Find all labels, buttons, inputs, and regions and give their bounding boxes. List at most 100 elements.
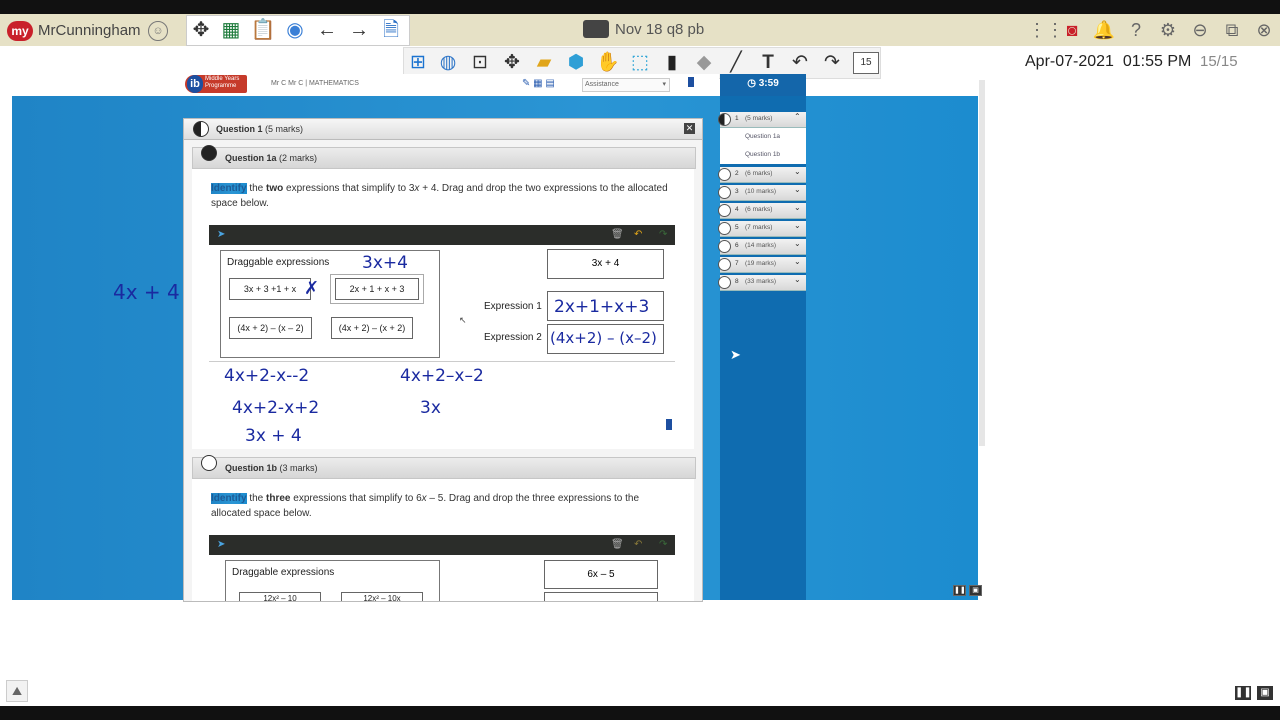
expression-chip[interactable]: (4x + 2) – (x – 2) bbox=[229, 317, 312, 339]
scrollbar[interactable] bbox=[979, 80, 985, 446]
user-account-icon[interactable]: ☺ bbox=[148, 21, 168, 41]
box-icon[interactable]: ⬢ bbox=[562, 51, 590, 75]
folder-icon[interactable]: ▰ bbox=[530, 51, 558, 75]
screenshot-icon[interactable]: ⊡ bbox=[466, 51, 494, 75]
help-icon[interactable]: ? bbox=[1124, 20, 1148, 41]
pen-icon[interactable]: ▮ bbox=[658, 51, 686, 75]
nav-question-8[interactable]: 8 (33 marks) ⌄ bbox=[718, 275, 806, 291]
undo-icon[interactable]: ↶ bbox=[634, 539, 642, 550]
pencil-icon[interactable]: ✎ bbox=[522, 78, 530, 89]
gear-icon[interactable]: ⚙ bbox=[1156, 20, 1180, 41]
nav-sub-question-1a[interactable]: Question 1a bbox=[720, 128, 806, 146]
q1a-text-part1: expressions that simplify to 3 bbox=[283, 183, 415, 194]
nav-question-6[interactable]: 6 (14 marks) ⌄ bbox=[718, 239, 806, 255]
apps-grid-icon[interactable]: ⋮⋮ bbox=[1028, 20, 1064, 41]
assistance-select[interactable]: Assistance ▾ bbox=[582, 78, 670, 92]
text-icon[interactable]: T bbox=[754, 51, 782, 75]
nav-question-7[interactable]: 7 (19 marks) ⌄ bbox=[718, 257, 806, 273]
two-word: two bbox=[266, 183, 284, 194]
question-1b-tab[interactable]: Question 1b (3 marks) bbox=[192, 455, 696, 479]
expression-chip[interactable]: 12x² – 10 bbox=[239, 592, 321, 601]
dialog-marks: (5 marks) bbox=[265, 124, 304, 134]
undo-icon[interactable]: ↶ bbox=[634, 229, 642, 240]
q1a-toolbar: ➤ 🗑 ↶ ↷ bbox=[209, 225, 675, 245]
question-1b-body: Identify the three expressions that simp… bbox=[192, 479, 694, 601]
identify-word: Identify bbox=[211, 493, 247, 504]
nav-sub-question-1b[interactable]: Question 1b bbox=[720, 146, 806, 164]
assistance-label: Assistance bbox=[585, 81, 619, 88]
unanswered-circle-icon bbox=[201, 455, 217, 471]
app-logo[interactable]: my bbox=[7, 21, 33, 41]
answered-circle-icon bbox=[201, 145, 217, 161]
new-page-icon[interactable]: 🗎 bbox=[377, 19, 405, 41]
select-icon[interactable]: ⬚ bbox=[626, 51, 654, 75]
nav-number: 8 bbox=[735, 278, 739, 285]
move-arrows-icon[interactable]: ✥ bbox=[187, 19, 215, 41]
pause-icon[interactable]: ❚❚ bbox=[1235, 686, 1252, 700]
calculator-icon[interactable]: ▦ bbox=[533, 78, 542, 89]
line-icon[interactable]: ╱ bbox=[722, 51, 750, 75]
clock-icon: ◷ bbox=[747, 78, 756, 89]
redo-icon[interactable]: ↷ bbox=[659, 539, 667, 550]
ruler-icon[interactable]: ▤ bbox=[545, 78, 554, 89]
nav-question-3[interactable]: 3 (10 marks) ⌄ bbox=[718, 185, 806, 201]
handwritten-working: 3x + 4 bbox=[245, 426, 302, 446]
trash-icon[interactable]: 🗑 bbox=[611, 539, 624, 550]
q1b-title-text: Question 1b bbox=[225, 463, 278, 473]
forward-arrow-icon[interactable]: → bbox=[345, 19, 373, 41]
q1a-instructions: Identify the two expressions that simpli… bbox=[211, 181, 671, 211]
nav-question-1[interactable]: 1 (5 marks) ⌃ bbox=[718, 112, 806, 128]
expression-dropzone[interactable] bbox=[544, 592, 658, 601]
trash-icon[interactable]: 🗑 bbox=[611, 229, 624, 240]
clipboard-icon[interactable]: 📋 bbox=[249, 19, 277, 41]
windows-icon[interactable]: ⊞ bbox=[404, 51, 432, 75]
expression-chip[interactable]: 12x² – 10x bbox=[341, 592, 423, 601]
restore-icon[interactable]: ⧉ bbox=[1220, 20, 1244, 41]
back-arrow-icon[interactable]: ← bbox=[313, 19, 341, 41]
picture-icon[interactable]: ▣ bbox=[969, 585, 982, 596]
gallery-icon[interactable]: ⛰ bbox=[6, 680, 28, 702]
bookmark-icon[interactable] bbox=[688, 77, 694, 87]
question-1a-tab[interactable]: Question 1a (2 marks) bbox=[192, 145, 696, 169]
pointer-icon[interactable]: ➤ bbox=[217, 539, 225, 550]
nav-question-4[interactable]: 4 (6 marks) ⌄ bbox=[718, 203, 806, 219]
pointer-icon[interactable]: ➤ bbox=[217, 229, 225, 240]
expression-chip[interactable]: (4x + 2) – (x + 2) bbox=[331, 317, 413, 339]
redo-icon[interactable]: ↷ bbox=[818, 51, 846, 75]
users-icon[interactable]: ◍ bbox=[434, 51, 462, 75]
redo-icon[interactable]: ↷ bbox=[659, 229, 667, 240]
hand-icon[interactable]: ✋ bbox=[594, 51, 622, 75]
nav-number: 4 bbox=[735, 206, 739, 213]
unanswered-circle-icon bbox=[718, 258, 731, 271]
expression-chip[interactable]: 3x + 3 +1 + x bbox=[229, 278, 311, 300]
close-dialog-button[interactable]: ✕ bbox=[684, 123, 695, 134]
bottom-black-strip bbox=[0, 706, 1280, 720]
eraser-icon[interactable]: ◆ bbox=[690, 51, 718, 75]
pause-icon[interactable]: ❚❚ bbox=[953, 585, 966, 596]
handwritten-working: 4x+2–x–2 bbox=[400, 366, 484, 386]
nav-number: 6 bbox=[735, 242, 739, 249]
minimize-icon[interactable]: ⊖ bbox=[1188, 20, 1212, 41]
close-icon[interactable]: ⊗ bbox=[1252, 20, 1276, 41]
cast-icon[interactable]: ◙ bbox=[1060, 20, 1084, 41]
target-expression: 3x + 4 bbox=[547, 249, 664, 279]
laptop-icon bbox=[583, 20, 609, 38]
expression-chip[interactable]: 2x + 1 + x + 3 bbox=[335, 278, 419, 300]
page-number-box[interactable]: 15 bbox=[853, 52, 879, 74]
nav-question-2[interactable]: 2 (6 marks) ⌄ bbox=[718, 167, 806, 183]
ib-logo: ib Middle Years Programme bbox=[185, 75, 247, 93]
pan-icon[interactable]: ✥ bbox=[498, 51, 526, 75]
question-dialog: Question 1 (5 marks) ✕ Question 1a (2 ma… bbox=[183, 118, 703, 602]
browser-icon[interactable]: ◉ bbox=[281, 19, 309, 41]
expression-2-label: Expression 2 bbox=[484, 332, 542, 343]
bell-icon[interactable]: 🔔 bbox=[1092, 20, 1116, 41]
time-text: 01:55 PM bbox=[1122, 53, 1192, 70]
excel-icon[interactable]: ▦ bbox=[217, 19, 245, 41]
nav-question-5[interactable]: 5 (7 marks) ⌄ bbox=[718, 221, 806, 237]
picture-icon[interactable]: ▣ bbox=[1257, 686, 1273, 700]
q1b-title: Question 1b (3 marks) bbox=[225, 463, 318, 473]
dropdown-icon: ▾ bbox=[662, 81, 666, 88]
bookmark-icon[interactable] bbox=[666, 419, 672, 430]
nav-number: 5 bbox=[735, 224, 739, 231]
undo-icon[interactable]: ↶ bbox=[786, 51, 814, 75]
